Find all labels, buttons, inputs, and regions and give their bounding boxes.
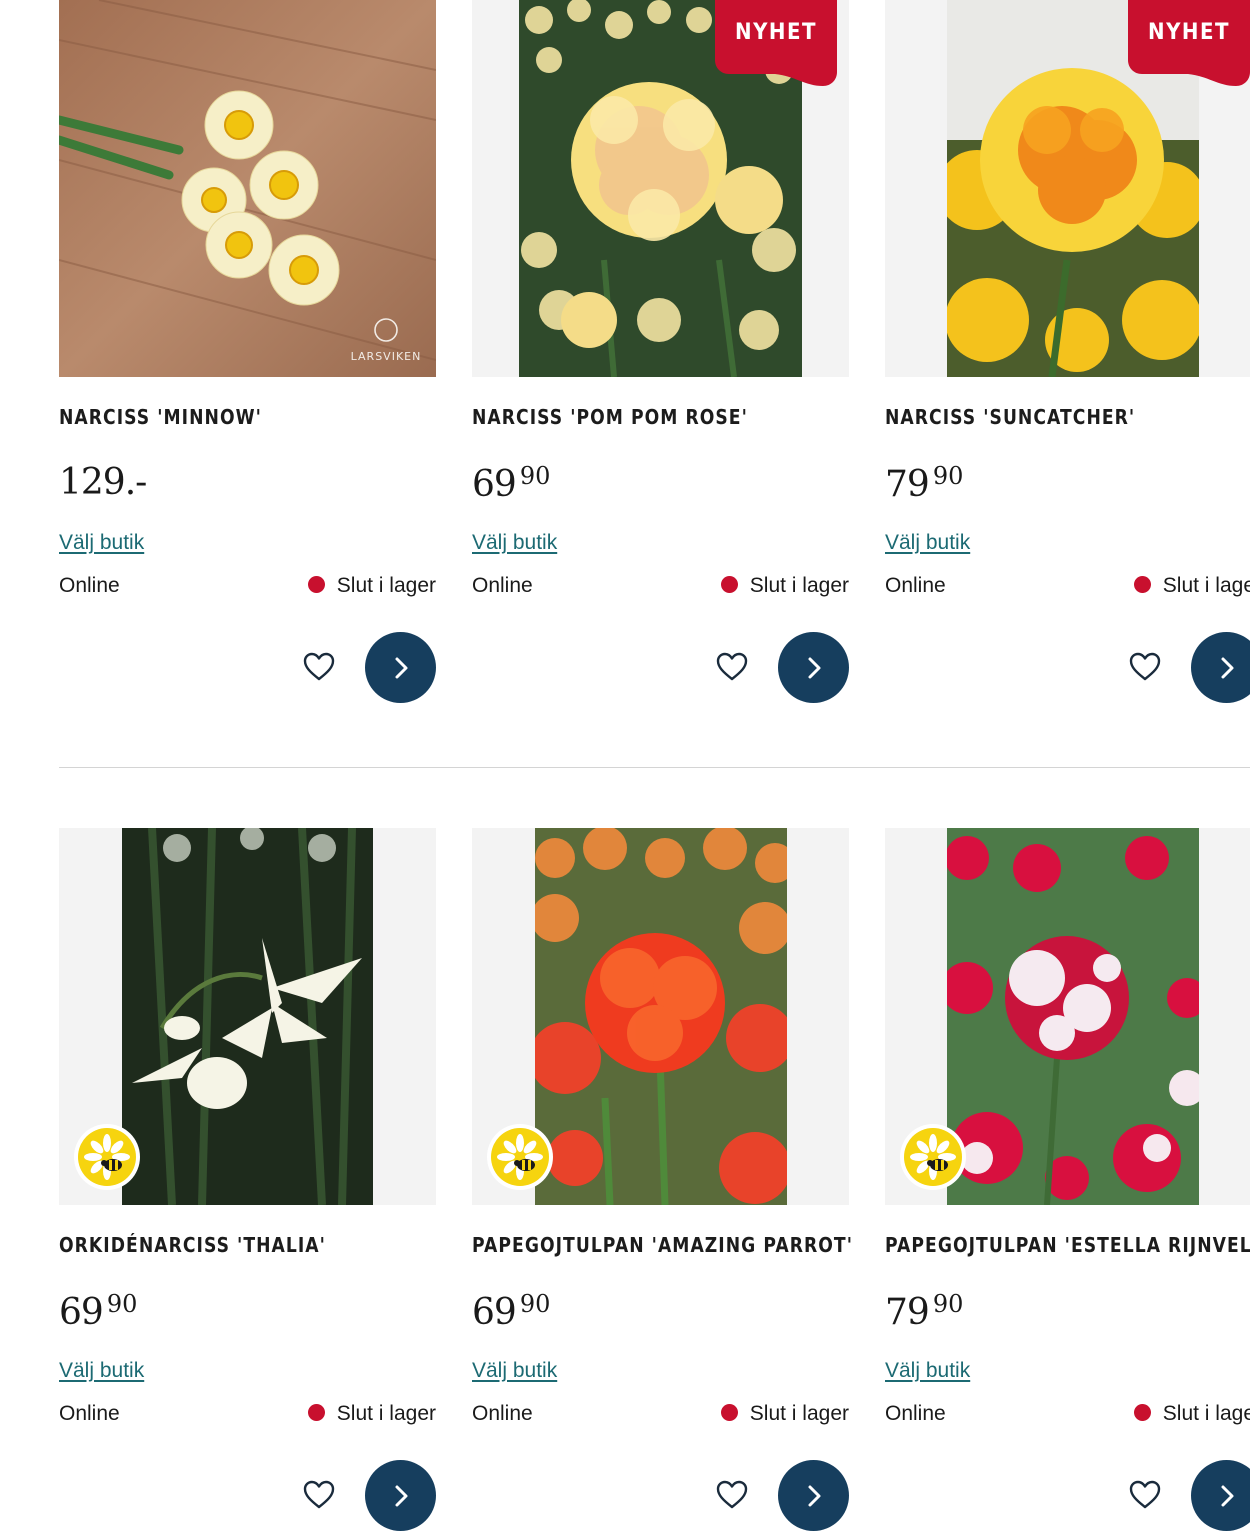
new-badge: NYHET <box>715 0 837 86</box>
select-store-link[interactable]: Välj butik <box>59 531 144 555</box>
chevron-right-icon <box>1221 1485 1234 1507</box>
product-image[interactable]: LARSVIKEN <box>59 0 436 377</box>
price-main: 79 <box>885 464 930 505</box>
pollinator-icon <box>900 1124 966 1190</box>
heart-icon <box>716 1480 748 1509</box>
stock-status: Slut i lager <box>307 574 436 598</box>
product-title[interactable]: Narciss 'Pom Pom Rose' <box>472 405 748 429</box>
stock-label: Slut i lager <box>336 574 436 597</box>
product-title[interactable]: Orkidénarciss 'Thalia' <box>59 1233 326 1257</box>
stock-label: Slut i lager <box>1162 1402 1250 1425</box>
product-price: 79 90 <box>885 462 963 505</box>
favorite-button[interactable] <box>715 650 749 684</box>
go-to-product-button[interactable] <box>365 1460 436 1531</box>
go-to-product-button[interactable] <box>778 1460 849 1531</box>
new-badge-label: NYHET <box>1148 20 1230 45</box>
price-decimals: 90 <box>932 1290 964 1318</box>
row-divider <box>59 767 1250 768</box>
stock-status: Slut i lager <box>307 1402 436 1426</box>
product-title[interactable]: Narciss 'Minnow' <box>59 405 262 429</box>
product-image[interactable]: NYHET <box>885 0 1250 377</box>
go-to-product-button[interactable] <box>778 632 849 703</box>
channel-label: Online <box>472 1402 533 1425</box>
pollinator-icon <box>487 1124 553 1190</box>
heart-icon <box>1129 652 1161 681</box>
chevron-right-icon <box>808 1485 821 1507</box>
price-main: 79 <box>885 1292 930 1333</box>
stock-label: Slut i lager <box>749 574 849 597</box>
product-image[interactable] <box>472 828 849 1205</box>
favorite-button[interactable] <box>715 1478 749 1512</box>
stock-label: Slut i lager <box>1162 574 1250 597</box>
product-price: 69 90 <box>472 1290 550 1333</box>
price-main: 69 <box>59 1292 104 1333</box>
go-to-product-button[interactable] <box>1191 1460 1250 1531</box>
chevron-right-icon <box>808 657 821 679</box>
product-image[interactable] <box>885 828 1250 1205</box>
select-store-link[interactable]: Välj butik <box>885 531 970 555</box>
stock-label: Slut i lager <box>336 1402 436 1425</box>
price-main: 69 <box>472 464 517 505</box>
red-dot-icon <box>1133 1404 1151 1421</box>
new-badge-label: NYHET <box>735 20 817 45</box>
price-decimals: 90 <box>932 462 964 490</box>
image-watermark: LARSVIKEN <box>351 350 422 363</box>
product-price: 69 90 <box>59 1290 137 1333</box>
channel-label: Online <box>885 574 946 597</box>
product-title[interactable]: Papegojtulpan 'Estella Rijnveld' <box>885 1233 1250 1257</box>
go-to-product-button[interactable] <box>365 632 436 703</box>
channel-label: Online <box>885 1402 946 1425</box>
chevron-right-icon <box>395 657 408 679</box>
channel-label: Online <box>59 574 120 597</box>
stock-status: Slut i lager <box>1133 574 1250 598</box>
pollinator-icon <box>74 1124 140 1190</box>
select-store-link[interactable]: Välj butik <box>885 1359 970 1383</box>
favorite-button[interactable] <box>1128 1478 1162 1512</box>
red-dot-icon <box>720 1404 738 1421</box>
select-store-link[interactable]: Välj butik <box>472 1359 557 1383</box>
price-decimals: 90 <box>519 1290 551 1318</box>
stock-status: Slut i lager <box>720 574 849 598</box>
product-price: 129.- <box>59 462 147 503</box>
heart-icon <box>303 652 335 681</box>
product-price: 69 90 <box>472 462 550 505</box>
stock-status: Slut i lager <box>1133 1402 1250 1426</box>
stock-label: Slut i lager <box>749 1402 849 1425</box>
select-store-link[interactable]: Välj butik <box>472 531 557 555</box>
heart-icon <box>303 1480 335 1509</box>
chevron-right-icon <box>395 1485 408 1507</box>
price-main: 69 <box>472 1292 517 1333</box>
favorite-button[interactable] <box>302 1478 336 1512</box>
price-main: 129.- <box>59 462 147 503</box>
red-dot-icon <box>307 1404 325 1421</box>
heart-icon <box>716 652 748 681</box>
favorite-button[interactable] <box>302 650 336 684</box>
product-price: 79 90 <box>885 1290 963 1333</box>
favorite-button[interactable] <box>1128 650 1162 684</box>
chevron-right-icon <box>1221 657 1234 679</box>
channel-label: Online <box>59 1402 120 1425</box>
product-image[interactable] <box>59 828 436 1205</box>
price-decimals: 90 <box>106 1290 138 1318</box>
stock-status: Slut i lager <box>720 1402 849 1426</box>
product-grid: LARSVIKEN Narciss 'Minnow' 129.- Välj bu… <box>0 0 1250 1538</box>
go-to-product-button[interactable] <box>1191 632 1250 703</box>
product-image[interactable]: NYHET <box>472 0 849 377</box>
new-badge: NYHET <box>1128 0 1250 86</box>
red-dot-icon <box>1133 576 1151 593</box>
channel-label: Online <box>472 574 533 597</box>
price-decimals: 90 <box>519 462 551 490</box>
select-store-link[interactable]: Välj butik <box>59 1359 144 1383</box>
red-dot-icon <box>720 576 738 593</box>
red-dot-icon <box>307 576 325 593</box>
product-title[interactable]: Narciss 'Suncatcher' <box>885 405 1135 429</box>
product-title[interactable]: Papegojtulpan 'Amazing Parrot' <box>472 1233 853 1257</box>
heart-icon <box>1129 1480 1161 1509</box>
